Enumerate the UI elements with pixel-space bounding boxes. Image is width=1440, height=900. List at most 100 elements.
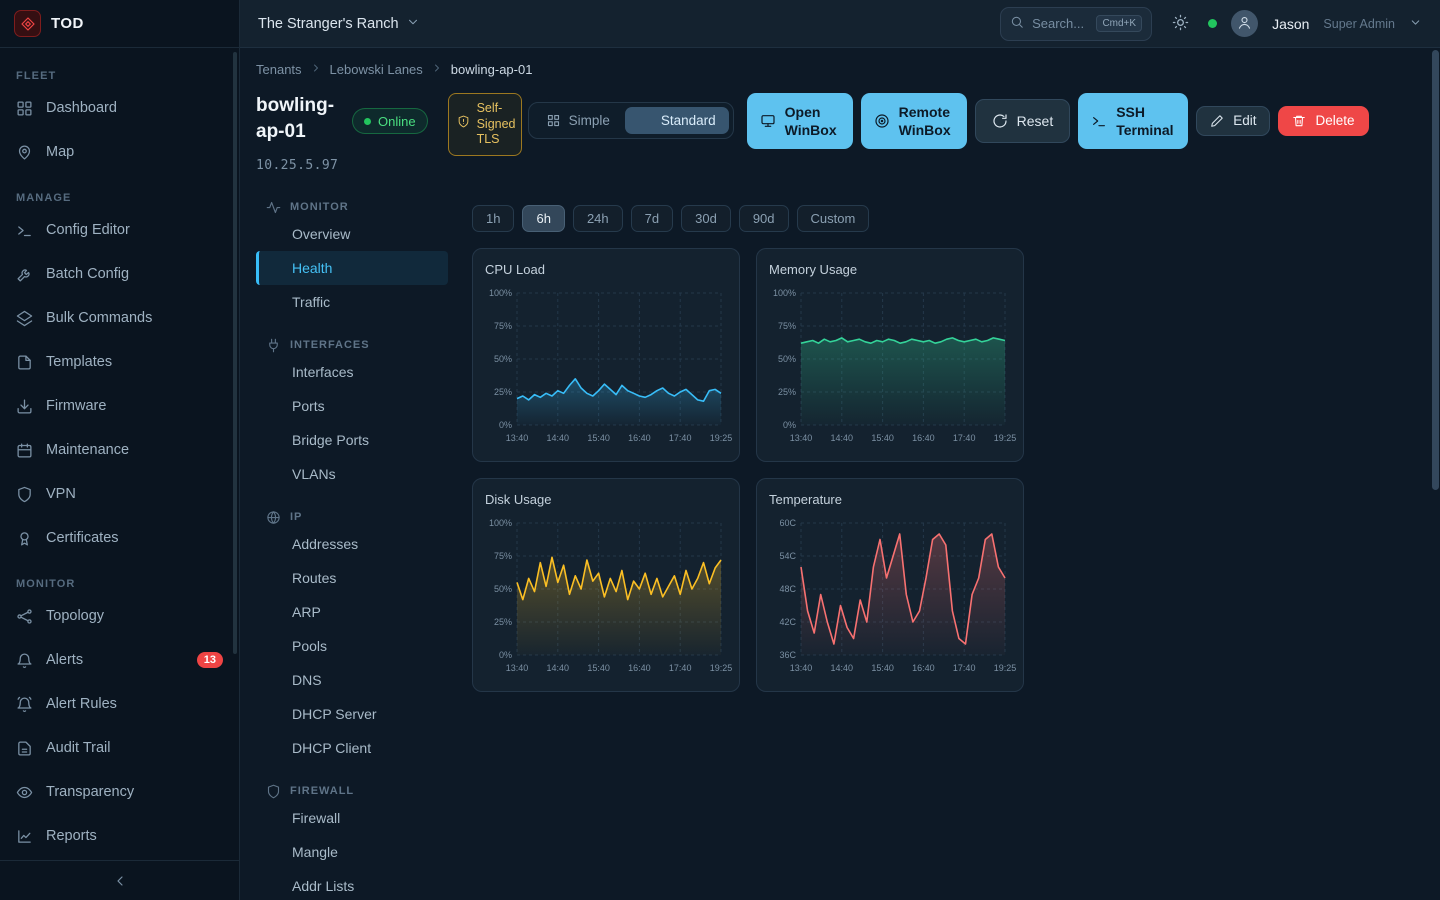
time-range-90d[interactable]: 90d (739, 205, 789, 232)
subnav-item-traffic[interactable]: Traffic (256, 285, 448, 319)
chart-title: CPU Load (485, 262, 727, 277)
svg-text:14:40: 14:40 (831, 433, 854, 443)
sidebar-scrollbar[interactable] (233, 52, 237, 654)
shield-icon (266, 784, 281, 799)
report-icon (16, 828, 33, 845)
edit-button[interactable]: Edit (1196, 106, 1270, 136)
sidebar-item-config-editor[interactable]: Config Editor (0, 208, 239, 252)
sidebar-item-alert-rules[interactable]: Alert Rules (0, 682, 239, 726)
sidebar-item-map[interactable]: Map (0, 130, 239, 174)
sidebar-item-certificates[interactable]: Certificates (0, 516, 239, 560)
sidebar-item-audit-trail[interactable]: Audit Trail (0, 726, 239, 770)
charts-column: 1h 6h 24h 7d 30d 90d Custom CPU Load 100%75%50%… (472, 191, 1024, 900)
subnav-item-health[interactable]: Health (256, 251, 448, 285)
user-menu-chevron[interactable] (1409, 16, 1422, 32)
svg-text:19:25: 19:25 (710, 663, 733, 673)
online-dot-icon (364, 118, 371, 125)
subnav-item-bridge-ports[interactable]: Bridge Ports (256, 423, 448, 457)
sidebar-item-label: Alerts (46, 652, 83, 668)
svg-text:19:25: 19:25 (710, 433, 733, 443)
sidebar-item-transparency[interactable]: Transparency (0, 770, 239, 814)
ssh-terminal-button[interactable]: SSH Terminal (1078, 93, 1188, 149)
status-badge: Online (352, 108, 428, 134)
open-winbox-button[interactable]: Open WinBox (747, 93, 853, 149)
svg-text:14:40: 14:40 (547, 663, 570, 673)
logo[interactable]: TOD (0, 0, 239, 48)
subnav-item-dhcp-server[interactable]: DHCP Server (256, 697, 448, 731)
sidebar-item-firmware[interactable]: Firmware (0, 384, 239, 428)
reset-button[interactable]: Reset (975, 99, 1071, 143)
time-range-1h[interactable]: 1h (472, 205, 514, 232)
subnav-section-label: MONITOR (290, 201, 349, 213)
window-scrollbar[interactable] (1432, 50, 1439, 896)
diamond-icon (20, 16, 36, 32)
time-range-24h[interactable]: 24h (573, 205, 623, 232)
view-mode-simple[interactable]: Simple (533, 107, 623, 134)
target-icon (874, 113, 890, 129)
sidebar-item-batch-config[interactable]: Batch Config (0, 252, 239, 296)
svg-text:75%: 75% (778, 321, 796, 331)
subnav-item-mangle[interactable]: Mangle (256, 835, 448, 869)
breadcrumb-item-lebowski-lanes[interactable]: Lebowski Lanes (330, 62, 423, 77)
chevD-icon (1409, 16, 1422, 29)
sidebar-item-maintenance[interactable]: Maintenance (0, 428, 239, 472)
remote-winbox-button[interactable]: Remote WinBox (861, 93, 967, 149)
sidebar-item-bulk-commands[interactable]: Bulk Commands (0, 296, 239, 340)
subnav-item-firewall[interactable]: Firewall (256, 801, 448, 835)
time-range-6h[interactable]: 6h (522, 205, 564, 232)
button-label: SSH Terminal (1116, 103, 1175, 139)
sun-icon-slot (1172, 14, 1189, 34)
subnav-item-ports[interactable]: Ports (256, 389, 448, 423)
time-range-group: 1h 6h 24h 7d 30d 90d Custom (472, 205, 1024, 232)
sidebar-item-label: Templates (46, 354, 112, 370)
app-root: TOD FLEETDashboardMapMANAGEConfig Editor… (0, 0, 1440, 900)
time-range-custom[interactable]: Custom (797, 205, 870, 232)
sidebar-item-label: Alert Rules (46, 696, 117, 712)
main-column: The Stranger's Ranch Search... Cmd+K Jas… (240, 0, 1440, 900)
sidebar-item-dashboard[interactable]: Dashboard (0, 86, 239, 130)
logo-text: TOD (51, 15, 84, 32)
svg-text:0%: 0% (499, 420, 512, 430)
button-label: Remote WinBox (899, 103, 954, 139)
delete-button[interactable]: Delete (1278, 106, 1368, 136)
sidebar-collapse-button[interactable] (0, 860, 239, 900)
avatar[interactable] (1231, 10, 1258, 37)
subnav-section-monitor: MONITOR (256, 197, 448, 217)
view-mode-toggle: SimpleStandard (528, 102, 734, 139)
breadcrumb-item-tenants[interactable]: Tenants (256, 62, 302, 77)
chart-plot: 100%75%50%25%0%13:4014:4015:4016:4017:40… (485, 283, 729, 447)
search-icon (1010, 15, 1024, 29)
subnav-item-dhcp-client[interactable]: DHCP Client (256, 731, 448, 765)
svg-text:13:40: 13:40 (506, 663, 529, 673)
subnav-item-dns[interactable]: DNS (256, 663, 448, 697)
search-input[interactable]: Search... Cmd+K (1000, 7, 1152, 41)
tenant-selector[interactable]: The Stranger's Ranch (258, 15, 420, 33)
theme-toggle-button[interactable] (1166, 10, 1194, 38)
svg-text:15:40: 15:40 (871, 433, 894, 443)
sidebar-item-vpn[interactable]: VPN (0, 472, 239, 516)
time-range-30d[interactable]: 30d (681, 205, 731, 232)
subnav-item-arp[interactable]: ARP (256, 595, 448, 629)
time-range-7d[interactable]: 7d (631, 205, 673, 232)
view-mode-standard[interactable]: Standard (625, 107, 729, 134)
subnav-item-addr-lists[interactable]: Addr Lists (256, 869, 448, 900)
subnav-item-interfaces[interactable]: Interfaces (256, 355, 448, 389)
sidebar-item-alerts[interactable]: Alerts13 (0, 638, 239, 682)
tls-warning-label: Self-Signed TLS (477, 101, 516, 148)
sidebar-item-templates[interactable]: Templates (0, 340, 239, 384)
sidebar-item-topology[interactable]: Topology (0, 594, 239, 638)
calendar-icon (16, 442, 33, 459)
subnav-item-addresses[interactable]: Addresses (256, 527, 448, 561)
globe-icon (266, 510, 281, 525)
subnav-item-routes[interactable]: Routes (256, 561, 448, 595)
subnav-section-label: FIREWALL (290, 785, 354, 797)
subnav-item-pools[interactable]: Pools (256, 629, 448, 663)
breadcrumb: TenantsLebowski Lanesbowling-ap-01 (256, 62, 1424, 77)
svg-text:14:40: 14:40 (547, 433, 570, 443)
subnav-item-vlans[interactable]: VLANs (256, 457, 448, 491)
subnav-section-firewall: FIREWALL (256, 781, 448, 801)
subnav-item-overview[interactable]: Overview (256, 217, 448, 251)
svg-text:19:25: 19:25 (994, 433, 1017, 443)
sidebar-item-reports[interactable]: Reports (0, 814, 239, 858)
window-scrollbar-thumb[interactable] (1432, 50, 1439, 490)
